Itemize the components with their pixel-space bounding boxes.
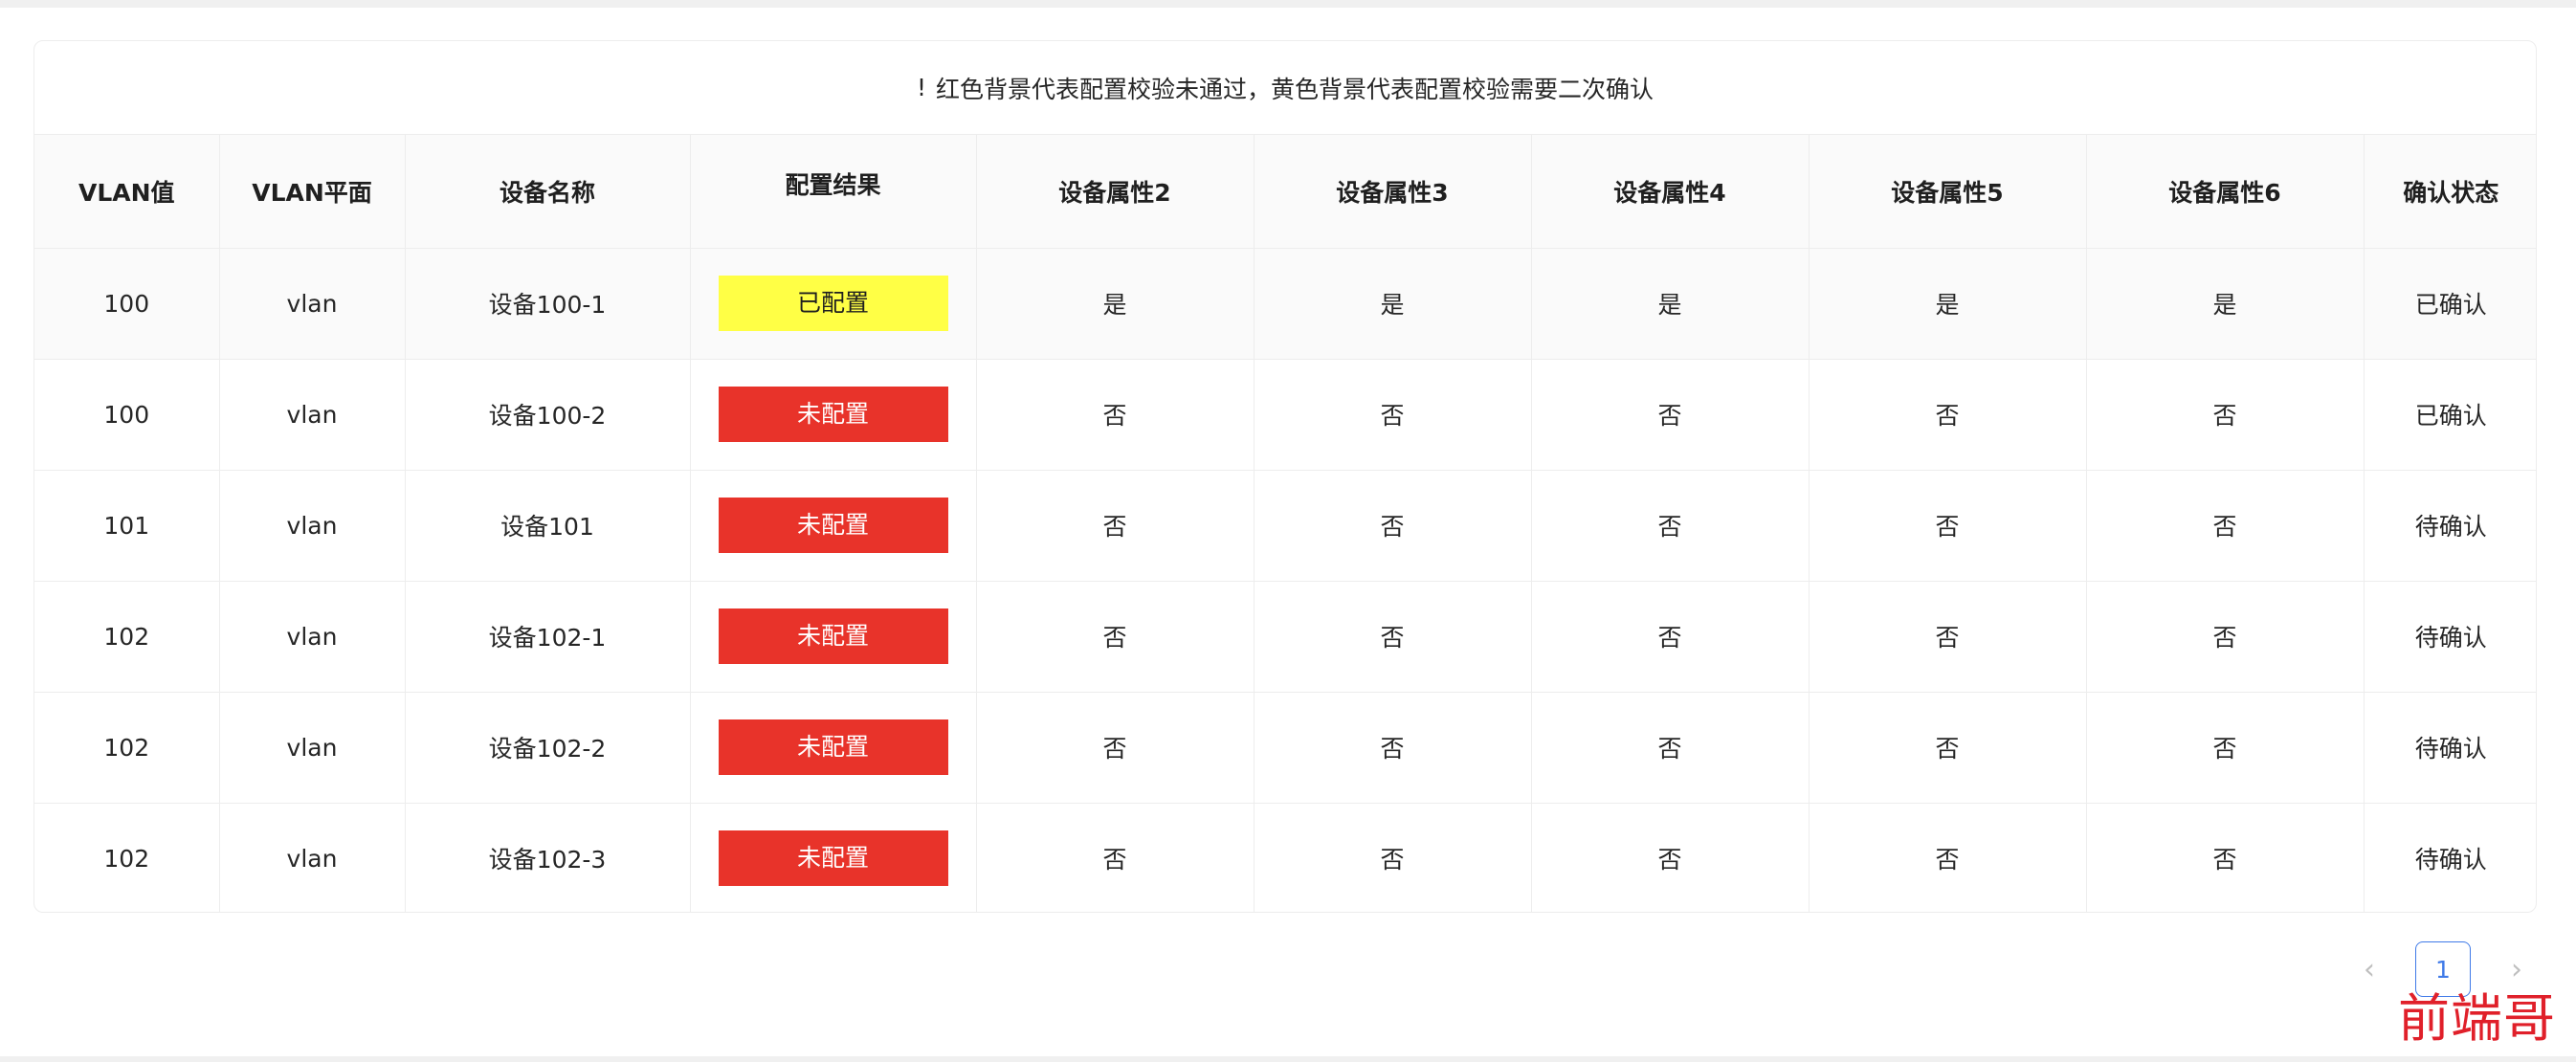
column-header: 设备名称 <box>405 135 691 249</box>
attr5-cell: 否 <box>1809 359 2087 471</box>
notice-banner: ! 红色背景代表配置校验未通过，黄色背景代表配置校验需要二次确认 <box>34 41 2536 135</box>
result-cell: 未配置 <box>690 359 977 471</box>
attr3-cell: 否 <box>1254 470 1532 582</box>
column-header: 配置结果 <box>690 135 977 249</box>
plane-cell: vlan <box>219 692 406 804</box>
plane-cell: vlan <box>219 248 406 360</box>
attr2-cell: 否 <box>976 803 1255 912</box>
device-cell: 设备101 <box>405 470 691 582</box>
attr6-cell: 否 <box>2086 359 2365 471</box>
attr6-cell: 是 <box>2086 248 2365 360</box>
watermark-text: 前端哥 <box>2398 988 2556 1049</box>
device-cell: 设备102-1 <box>405 581 691 693</box>
config-table-card: ! 红色背景代表配置校验未通过，黄色背景代表配置校验需要二次确认 VLAN值 V… <box>33 40 2537 913</box>
table-row: 100 vlan 设备100-1 已配置 是 是 是 是 是 已确认 <box>34 248 2536 360</box>
device-cell: 设备100-1 <box>405 248 691 360</box>
status-cell: 已确认 <box>2364 248 2536 360</box>
attr6-cell: 否 <box>2086 470 2365 582</box>
vlan-cell: 100 <box>34 248 220 360</box>
result-tag: 未配置 <box>718 830 948 886</box>
table-row: 102 vlan 设备102-2 未配置 否 否 否 否 否 待确认 <box>34 692 2536 804</box>
column-header: VLAN平面 <box>219 135 406 249</box>
attr6-cell: 否 <box>2086 581 2365 693</box>
result-tag: 未配置 <box>718 608 948 664</box>
status-cell: 待确认 <box>2364 581 2536 693</box>
attr4-cell: 否 <box>1531 359 1810 471</box>
attr5-cell: 否 <box>1809 470 2087 582</box>
result-cell: 未配置 <box>690 803 977 912</box>
plane-cell: vlan <box>219 359 406 471</box>
bottom-bar <box>0 1056 2576 1062</box>
vlan-cell: 100 <box>34 359 220 471</box>
status-cell: 待确认 <box>2364 470 2536 582</box>
result-tag: 已配置 <box>718 276 948 331</box>
status-cell: 已确认 <box>2364 359 2536 471</box>
attr4-cell: 是 <box>1531 248 1810 360</box>
attr5-cell: 否 <box>1809 803 2087 912</box>
attr2-cell: 否 <box>976 470 1255 582</box>
device-cell: 设备102-3 <box>405 803 691 912</box>
attr3-cell: 否 <box>1254 803 1532 912</box>
attr5-cell: 否 <box>1809 581 2087 693</box>
chevron-left-icon[interactable]: ‹ <box>2350 941 2388 997</box>
column-header: 设备属性4 <box>1531 135 1810 249</box>
attr5-cell: 是 <box>1809 248 2087 360</box>
attr4-cell: 否 <box>1531 470 1810 582</box>
attr6-cell: 否 <box>2086 692 2365 804</box>
top-bar <box>0 0 2576 8</box>
attr3-cell: 否 <box>1254 692 1532 804</box>
attr6-cell: 否 <box>2086 803 2365 912</box>
device-cell: 设备102-2 <box>405 692 691 804</box>
attr2-cell: 否 <box>976 581 1255 693</box>
result-tag: 未配置 <box>718 387 948 442</box>
column-header: VLAN值 <box>34 135 220 249</box>
result-tag: 未配置 <box>718 498 948 553</box>
plane-cell: vlan <box>219 470 406 582</box>
attr2-cell: 否 <box>976 359 1255 471</box>
result-cell: 已配置 <box>690 248 977 360</box>
plane-cell: vlan <box>219 581 406 693</box>
attr3-cell: 否 <box>1254 581 1532 693</box>
column-header: 设备属性5 <box>1809 135 2087 249</box>
table-row: 102 vlan 设备102-1 未配置 否 否 否 否 否 待确认 <box>34 581 2536 693</box>
status-cell: 待确认 <box>2364 692 2536 804</box>
result-cell: 未配置 <box>690 581 977 693</box>
table-row: 100 vlan 设备100-2 未配置 否 否 否 否 否 已确认 <box>34 359 2536 471</box>
attr3-cell: 否 <box>1254 359 1532 471</box>
table-row: 102 vlan 设备102-3 未配置 否 否 否 否 否 待确认 <box>34 803 2536 912</box>
result-cell: 未配置 <box>690 470 977 582</box>
config-table: VLAN值 VLAN平面 设备名称 配置结果 设备属性2 设备属性3 设备属性4… <box>34 135 2536 912</box>
column-header: 设备属性2 <box>976 135 1255 249</box>
column-header: 确认状态 <box>2364 135 2536 249</box>
warning-icon: ! <box>916 74 926 101</box>
attr3-cell: 是 <box>1254 248 1532 360</box>
result-tag: 未配置 <box>718 719 948 775</box>
device-cell: 设备100-2 <box>405 359 691 471</box>
vlan-cell: 102 <box>34 581 220 693</box>
notice-text: 红色背景代表配置校验未通过，黄色背景代表配置校验需要二次确认 <box>936 75 1654 103</box>
vlan-cell: 102 <box>34 692 220 804</box>
attr4-cell: 否 <box>1531 692 1810 804</box>
status-cell: 待确认 <box>2364 803 2536 912</box>
vlan-cell: 101 <box>34 470 220 582</box>
column-header-label: 配置结果 <box>785 170 881 199</box>
attr4-cell: 否 <box>1531 803 1810 912</box>
attr4-cell: 否 <box>1531 581 1810 693</box>
attr2-cell: 是 <box>976 248 1255 360</box>
table-row: 101 vlan 设备101 未配置 否 否 否 否 否 待确认 <box>34 470 2536 582</box>
column-header: 设备属性3 <box>1254 135 1532 249</box>
result-cell: 未配置 <box>690 692 977 804</box>
column-header: 设备属性6 <box>2086 135 2365 249</box>
plane-cell: vlan <box>219 803 406 912</box>
vlan-cell: 102 <box>34 803 220 912</box>
attr2-cell: 否 <box>976 692 1255 804</box>
table-header-row: VLAN值 VLAN平面 设备名称 配置结果 设备属性2 设备属性3 设备属性4… <box>34 135 2536 249</box>
attr5-cell: 否 <box>1809 692 2087 804</box>
